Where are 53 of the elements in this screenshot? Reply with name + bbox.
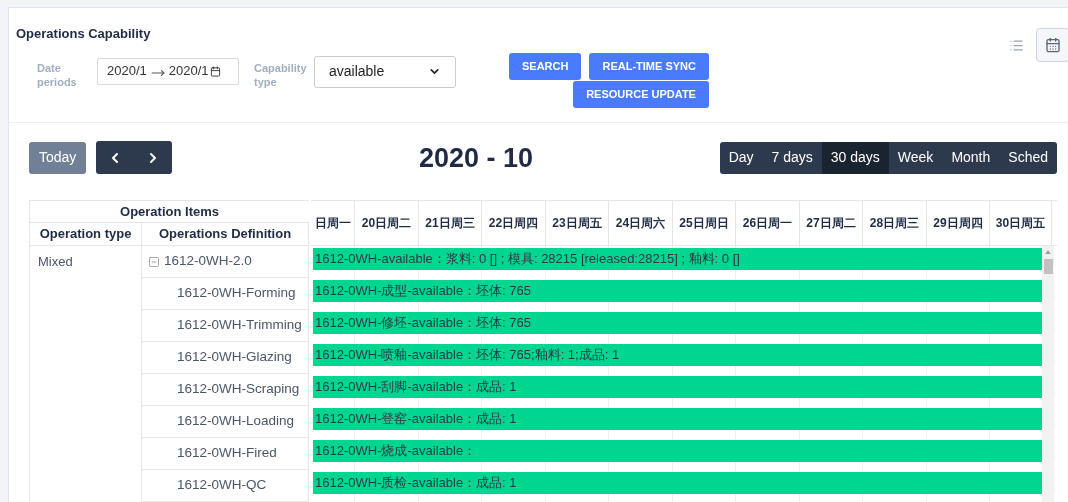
table-cell-text: 1612-0WH-Forming: [177, 284, 296, 303]
resource-update-button[interactable]: RESOURCE UPDATE: [573, 80, 709, 108]
day-header: 24日周六: [609, 201, 673, 245]
capacity-bar[interactable]: 1612-0WH-登窑-available：成品: 1: [313, 408, 1042, 430]
table-cell-text: 1612-0WH-Fired: [177, 444, 277, 463]
day-header: 23日周五: [546, 201, 609, 245]
view-tab[interactable]: Day: [719, 141, 763, 174]
day-header: 25日周日: [673, 201, 736, 245]
day-header: 29日周四: [927, 201, 990, 245]
calendar-view-button[interactable]: [1036, 28, 1068, 62]
table-cell-text: 1612-0WH-Loading: [177, 412, 295, 431]
view-tab[interactable]: Sched: [999, 141, 1057, 174]
day-header: 27日周二: [800, 201, 863, 245]
table-cell-text: 1612-0WH-Trimming: [177, 316, 302, 335]
day-header: 22日周四: [482, 201, 546, 245]
date-range-field[interactable]: 2020/1 2020/1: [97, 57, 239, 85]
calendar-icon[interactable]: [209, 65, 221, 77]
table-cell-text: 1612-0WH-Glazing: [177, 348, 292, 367]
capability-select[interactable]: available: [314, 55, 456, 88]
search-button[interactable]: SEARCH: [509, 52, 582, 80]
table-cell-text: 1612-0WH-2.0: [164, 252, 252, 271]
capacity-bar[interactable]: 1612-0WH-质检-available：成品: 1: [313, 472, 1042, 494]
capacity-bar[interactable]: 1612-0WH-成型-available：坯体: 765: [313, 280, 1042, 302]
table-cell-text: 1612-0WH-QC: [177, 476, 267, 495]
day-header: 20日周二: [355, 201, 419, 245]
capability-label: Capability type: [254, 60, 308, 89]
capacity-bar[interactable]: 1612-0WH-烧成-available：: [313, 440, 1042, 462]
scrollbar[interactable]: [1042, 246, 1054, 502]
table-cell-text: Mixed: [37, 253, 74, 271]
capacity-bar[interactable]: 1612-0WH-刮脚-available：成品: 1: [313, 376, 1042, 398]
day-header: 28日周三: [863, 201, 927, 245]
column-header: Operations Definition: [142, 223, 309, 245]
list-icon: [1008, 37, 1024, 53]
view-tab[interactable]: Week: [888, 141, 943, 174]
date-label: Date periods: [37, 60, 78, 89]
view-tab[interactable]: 7 days: [762, 141, 822, 174]
group-header: Operation Items: [30, 200, 309, 223]
today-button[interactable]: Today: [29, 141, 87, 174]
page-title: Operations Capability: [16, 25, 152, 43]
view-tab[interactable]: Month: [942, 141, 1000, 174]
calendar-icon: [1045, 37, 1061, 53]
capacity-bar[interactable]: 1612-0WH-available：浆料: 0 [] ; 模具: 28215 [released:28215] ; 釉料: 0 []: [313, 248, 1042, 270]
column-header: Operation type: [30, 223, 142, 245]
day-header: 30日周五: [990, 201, 1052, 245]
day-header: 日周一: [311, 201, 355, 245]
day-header: 26日周一: [736, 201, 800, 245]
sync-button[interactable]: REAL-TIME SYNC: [589, 52, 709, 80]
day-header: 21日周三: [419, 201, 482, 245]
table-cell-text: 1612-0WH-Scraping: [177, 380, 300, 399]
view-tab[interactable]: 30 days: [821, 141, 889, 174]
period-title: 2020 - 10: [418, 141, 534, 175]
capacity-bar[interactable]: 1612-0WH-修坯-available：坯体: 765: [313, 312, 1042, 334]
capacity-bar[interactable]: 1612-0WH-喷釉-available：坯体: 765;釉料: 1;成品: 1: [313, 344, 1042, 366]
